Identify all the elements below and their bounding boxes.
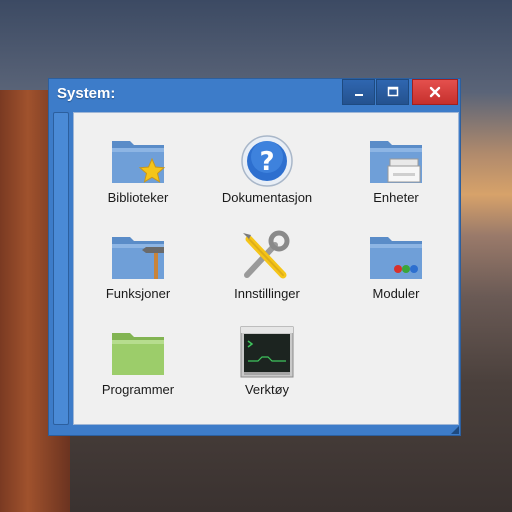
system-window: System: Biblioteker ? Dokumentasjon Enhe… xyxy=(48,78,461,436)
item-label: Dokumentasjon xyxy=(221,190,313,205)
close-button[interactable] xyxy=(412,79,458,105)
item-programmer[interactable]: Programmer xyxy=(74,325,202,415)
folder-hammer-icon xyxy=(112,237,164,279)
item-label: Verktøy xyxy=(244,382,290,397)
resize-grip-icon[interactable] xyxy=(451,426,459,434)
item-label: Moduler xyxy=(372,286,420,301)
folder-modules-icon xyxy=(370,237,422,279)
item-moduler[interactable]: Moduler xyxy=(332,229,460,319)
item-label: Innstillinger xyxy=(234,286,300,301)
title-bar[interactable]: System: xyxy=(49,79,460,111)
folder-green-icon xyxy=(112,333,164,375)
item-label: Programmer xyxy=(101,382,175,397)
side-panel[interactable] xyxy=(53,112,69,425)
maximize-icon xyxy=(387,86,398,97)
item-funksjoner[interactable]: Funksjoner xyxy=(74,229,202,319)
item-label: Enheter xyxy=(373,190,419,205)
item-innstillinger[interactable]: Innstillinger xyxy=(203,229,331,319)
folder-printer-icon xyxy=(370,141,422,183)
folder-star-icon xyxy=(112,141,166,183)
help-icon: ? xyxy=(241,135,293,187)
item-label: Biblioteker xyxy=(107,190,169,205)
minimize-button[interactable] xyxy=(342,79,375,105)
item-biblioteker[interactable]: Biblioteker xyxy=(74,133,202,223)
window-title: System: xyxy=(57,85,116,102)
maximize-button[interactable] xyxy=(376,79,409,105)
close-icon xyxy=(429,86,441,98)
tools-icon xyxy=(243,230,290,279)
item-dokumentasjon[interactable]: ? Dokumentasjon xyxy=(203,133,331,223)
svg-text:?: ? xyxy=(259,147,274,177)
minimize-icon xyxy=(354,94,363,96)
item-verktoy[interactable]: Verktøy xyxy=(203,325,331,415)
icon-view: Biblioteker ? Dokumentasjon Enheter Funk… xyxy=(73,112,459,425)
item-enheter[interactable]: Enheter xyxy=(332,133,460,223)
item-label: Funksjoner xyxy=(105,286,171,301)
terminal-icon xyxy=(240,326,294,378)
